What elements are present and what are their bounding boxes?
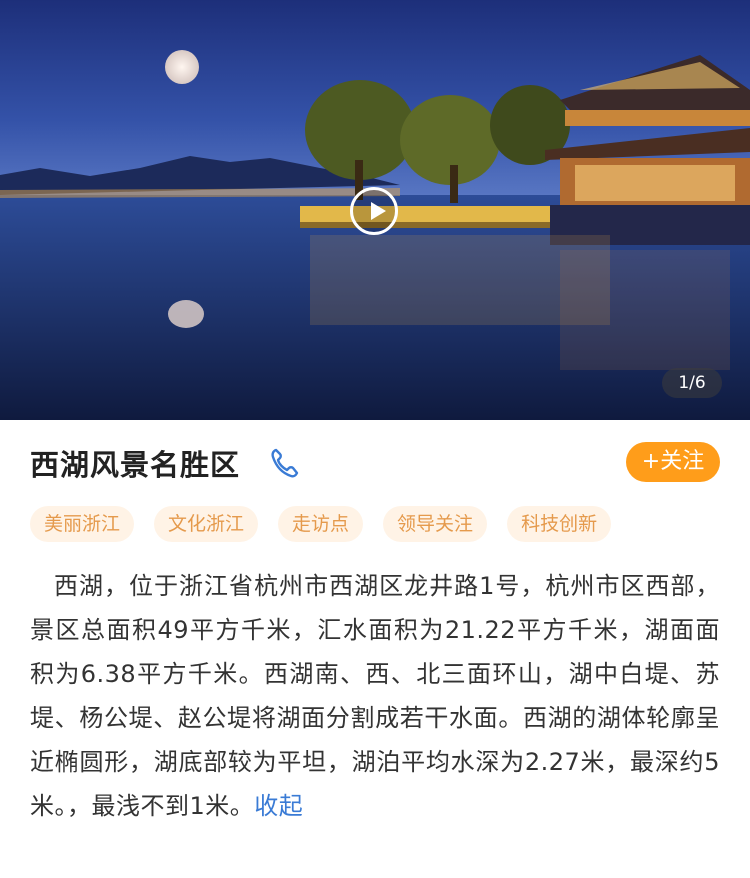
tag-item[interactable]: 美丽浙江 [30, 506, 135, 542]
tag-item[interactable]: 科技创新 [507, 506, 612, 542]
tag-item[interactable]: 文化浙江 [154, 506, 259, 542]
description-text: 西湖，位于浙江省杭州市西湖区龙井路1号，杭州市区西部，景区总面积49平方千米，汇… [30, 572, 720, 820]
collapse-link[interactable]: 收起 [254, 792, 303, 820]
follow-button[interactable]: +关注 [626, 442, 720, 482]
description: 西湖，位于浙江省杭州市西湖区龙井路1号，杭州市区西部，景区总面积49平方千米，汇… [30, 564, 720, 828]
tag-item[interactable]: 走访点 [278, 506, 364, 542]
tag-item[interactable]: 领导关注 [383, 506, 488, 542]
poi-info: 西湖风景名胜区 +关注 美丽浙江 文化浙江 走访点 领导关注 科技创新 西湖，位… [0, 420, 750, 828]
phone-icon[interactable] [268, 446, 300, 480]
hero-image[interactable]: 1/6 [0, 0, 750, 420]
tag-list: 美丽浙江 文化浙江 走访点 领导关注 科技创新 [30, 506, 720, 546]
play-video-button[interactable] [350, 187, 398, 235]
title-row: 西湖风景名胜区 +关注 [30, 420, 720, 506]
image-counter: 1/6 [662, 368, 722, 398]
page-title: 西湖风景名胜区 [30, 448, 241, 482]
